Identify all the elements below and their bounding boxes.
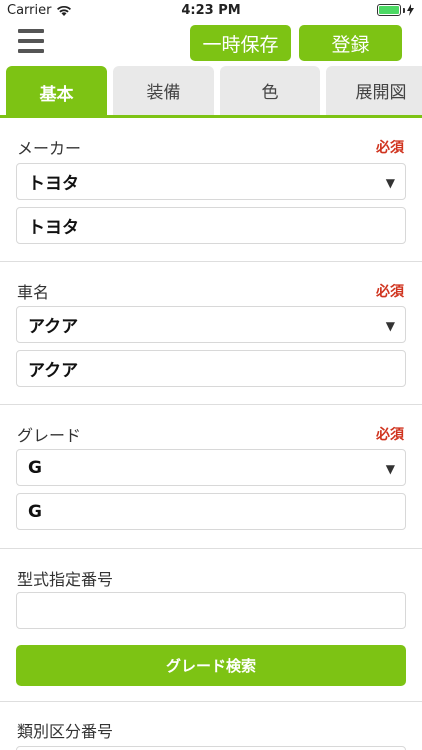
model-number-input[interactable] [16,592,406,629]
temp-save-button[interactable]: 一時保存 [190,25,291,61]
car-name-selected-value: アクア [28,317,79,337]
car-name-required-badge: 必須 [376,284,404,300]
battery-indicator [377,4,414,16]
category-number-input[interactable] [16,746,406,750]
tab-development-view[interactable]: 展開図 [326,66,422,115]
status-bar: Carrier 4:23 PM [0,0,422,22]
car-name-input[interactable] [16,350,406,387]
status-time: 4:23 PM [181,3,241,18]
maker-input[interactable] [16,207,406,244]
model-number-label: 型式指定番号 [17,570,114,589]
category-number-section: 類別区分番号 [0,702,422,750]
charging-icon [407,4,414,16]
maker-select[interactable]: トヨタ ▼ [16,163,406,200]
chevron-down-icon: ▼ [385,319,395,333]
model-number-section: 型式指定番号 グレード検索 [0,549,422,702]
grade-input[interactable] [16,493,406,530]
tab-color[interactable]: 色 [220,66,320,115]
maker-section: メーカー 必須 トヨタ ▼ [0,118,422,262]
register-button[interactable]: 登録 [299,25,402,61]
battery-icon [377,4,401,16]
grade-search-button[interactable]: グレード検索 [16,645,406,686]
tab-basic[interactable]: 基本 [6,66,107,115]
tab-equipment[interactable]: 装備 [113,66,214,115]
grade-selected-value: G [28,457,42,478]
car-name-section: 車名 必須 アクア ▼ [0,262,422,405]
app-header: 一時保存 登録 [0,22,422,64]
grade-select[interactable]: G ▼ [16,449,406,486]
category-number-label: 類別区分番号 [17,722,114,741]
maker-label: メーカー [17,139,82,158]
hamburger-menu-icon[interactable] [18,29,44,53]
maker-required-badge: 必須 [376,140,404,156]
car-name-select[interactable]: アクア ▼ [16,306,406,343]
car-name-label: 車名 [17,283,50,302]
grade-required-badge: 必須 [376,427,404,443]
grade-section: グレード 必須 G ▼ [0,405,422,549]
tab-bar: 基本 装備 色 展開図 [0,65,422,118]
maker-selected-value: トヨタ [28,174,79,194]
grade-label: グレード [17,426,82,445]
chevron-down-icon: ▼ [385,462,395,476]
chevron-down-icon: ▼ [385,176,395,190]
